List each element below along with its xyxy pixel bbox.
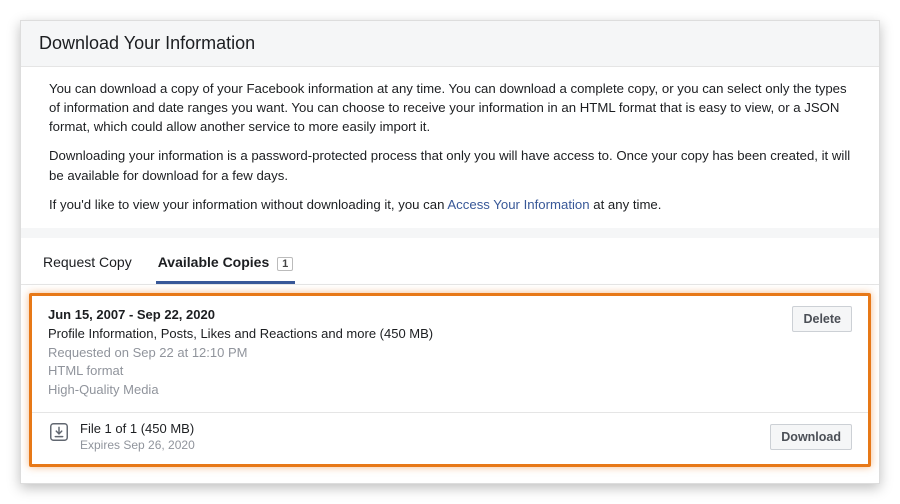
available-count-badge: 1 xyxy=(277,257,293,271)
file-label: File 1 of 1 (450 MB) xyxy=(80,421,195,438)
file-expires: Expires Sep 26, 2020 xyxy=(80,438,195,454)
tab-available-label: Available Copies xyxy=(158,254,270,270)
available-copy-highlight: Jun 15, 2007 - Sep 22, 2020 Profile Info… xyxy=(29,293,871,467)
intro-paragraph-1: You can download a copy of your Facebook… xyxy=(49,79,851,136)
file-download-icon xyxy=(48,421,70,443)
intro-p3-post: at any time. xyxy=(590,197,662,212)
file-text: File 1 of 1 (450 MB) Expires Sep 26, 202… xyxy=(80,421,195,453)
copy-summary: Jun 15, 2007 - Sep 22, 2020 Profile Info… xyxy=(32,296,868,413)
copy-date-range: Jun 15, 2007 - Sep 22, 2020 xyxy=(48,306,433,325)
file-left: File 1 of 1 (450 MB) Expires Sep 26, 202… xyxy=(48,421,195,453)
intro-section: You can download a copy of your Facebook… xyxy=(21,67,879,238)
copy-info: Jun 15, 2007 - Sep 22, 2020 Profile Info… xyxy=(48,306,433,400)
intro-paragraph-3: If you'd like to view your information w… xyxy=(49,195,851,214)
file-row: File 1 of 1 (450 MB) Expires Sep 26, 202… xyxy=(32,413,868,463)
tabs: Request Copy Available Copies 1 xyxy=(21,238,879,285)
download-button[interactable]: Download xyxy=(770,424,852,450)
copy-requested: Requested on Sep 22 at 12:10 PM xyxy=(48,344,433,363)
tab-available-copies[interactable]: Available Copies 1 xyxy=(156,248,296,284)
copy-description: Profile Information, Posts, Likes and Re… xyxy=(48,325,433,344)
intro-paragraph-2: Downloading your information is a passwo… xyxy=(49,146,851,184)
page-frame: Download Your Information You can downlo… xyxy=(20,20,880,484)
copy-format: HTML format xyxy=(48,362,433,381)
copy-quality: High-Quality Media xyxy=(48,381,433,400)
access-your-information-link[interactable]: Access Your Information xyxy=(447,197,589,212)
tab-request-copy[interactable]: Request Copy xyxy=(41,248,134,284)
page-title: Download Your Information xyxy=(21,21,879,67)
intro-p3-pre: If you'd like to view your information w… xyxy=(49,197,447,212)
delete-button[interactable]: Delete xyxy=(792,306,852,332)
